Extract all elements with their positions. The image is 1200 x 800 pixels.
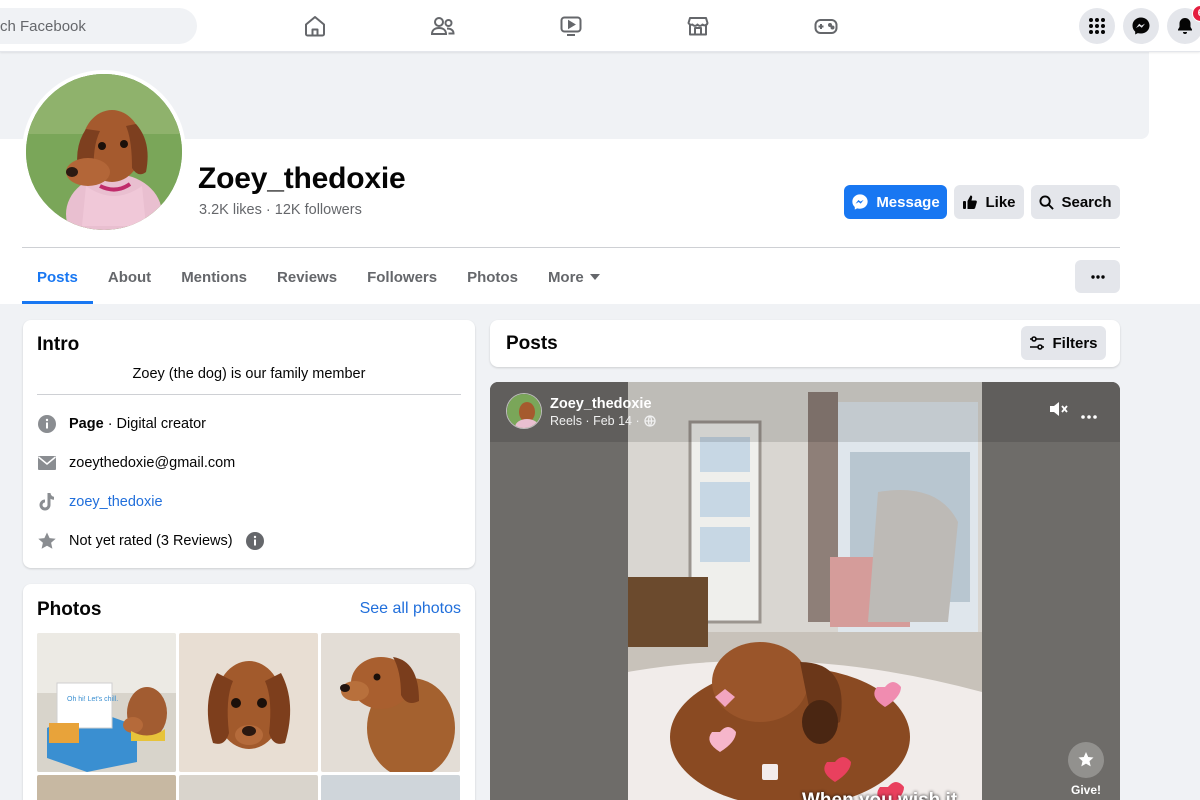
search-page-button[interactable]: Search xyxy=(1031,185,1120,219)
more-dots-icon xyxy=(1090,274,1105,279)
filters-button[interactable]: Filters xyxy=(1021,326,1106,360)
marketplace-icon[interactable] xyxy=(681,10,715,42)
profile-picture[interactable] xyxy=(22,70,186,234)
gaming-icon[interactable] xyxy=(809,10,843,42)
tab-mentions[interactable]: Mentions xyxy=(166,250,262,304)
tab-label: Posts xyxy=(37,268,78,286)
reel-more-button[interactable] xyxy=(1081,406,1097,424)
photo-thumbnail[interactable]: Oh hi! Let's chill. xyxy=(37,633,176,772)
bell-icon xyxy=(1178,18,1192,34)
page-title: Zoey_thedoxie xyxy=(198,162,406,195)
grid-icon xyxy=(1089,18,1105,34)
photo-thumbnail[interactable] xyxy=(179,775,318,800)
filter-sliders-icon xyxy=(1030,336,1045,350)
profile-avatar-dachshund xyxy=(26,74,182,230)
posts-header-card: Posts Filters xyxy=(490,320,1120,367)
intro-email: zoeythedoxie@gmail.com xyxy=(37,453,235,473)
reel-meta: Reels · Feb 14 · xyxy=(550,414,656,428)
home-icon[interactable] xyxy=(298,10,332,42)
notifications-button[interactable]: 6 xyxy=(1167,5,1200,44)
reel-post[interactable]: Zoey_thedoxie Reels · Feb 14 · Give! Whe… xyxy=(490,382,1120,800)
intro-tiktok: zoey_thedoxie xyxy=(37,492,163,512)
thumbs-up-icon xyxy=(963,195,978,209)
intro-title: Intro xyxy=(37,334,80,355)
more-options-button[interactable] xyxy=(1075,260,1120,293)
envelope-icon xyxy=(37,453,57,473)
page-label: Page xyxy=(69,416,104,432)
box-text: Oh hi! Let's chill. xyxy=(67,696,118,703)
tab-more[interactable]: More xyxy=(533,250,615,304)
tab-followers[interactable]: Followers xyxy=(352,250,452,304)
likes-count[interactable]: 3.2K likes xyxy=(199,202,262,218)
photo-thumbnail[interactable] xyxy=(321,633,460,772)
photo-thumbnail[interactable] xyxy=(179,633,318,772)
tab-label: Reviews xyxy=(277,268,338,286)
photo-thumbnail[interactable] xyxy=(321,775,460,800)
reel-video-frame xyxy=(490,382,1120,800)
profile-tabs: Posts About Mentions Reviews Followers P… xyxy=(22,250,615,304)
intro-rating: Not yet rated (3 Reviews) xyxy=(37,531,265,551)
info-icon xyxy=(37,414,57,434)
reel-date[interactable]: Reels · Feb 14 · xyxy=(550,414,640,428)
tab-about[interactable]: About xyxy=(93,250,166,304)
intro-divider xyxy=(37,394,461,395)
messenger-icon xyxy=(852,194,868,210)
photo-thumbnail[interactable] xyxy=(37,775,176,800)
tab-label: About xyxy=(107,268,152,286)
tab-label: Followers xyxy=(367,268,438,286)
header-divider xyxy=(22,247,1120,248)
intro-card: Intro Zoey (the dog) is our family membe… xyxy=(23,320,475,568)
star-icon xyxy=(37,531,57,551)
tab-photos[interactable]: Photos xyxy=(452,250,533,304)
photos-card: Photos See all photos Oh hi! Let's chill… xyxy=(23,584,475,800)
message-button-label: Message xyxy=(876,193,940,211)
give-stars-button[interactable] xyxy=(1068,742,1104,778)
reel-author-name[interactable]: Zoey_thedoxie xyxy=(550,396,652,412)
menu-grid-button[interactable] xyxy=(1079,8,1115,44)
reel-caption: When you wish it xyxy=(802,790,957,800)
email-address[interactable]: zoeythedoxie@gmail.com xyxy=(69,455,235,471)
rating-info-icon[interactable] xyxy=(245,531,265,551)
intro-page-type: Page · Digital creator xyxy=(37,414,206,434)
page-stats: 3.2K likes · 12K followers xyxy=(199,202,362,218)
followers-count[interactable]: 12K followers xyxy=(275,202,362,218)
message-button[interactable]: Message xyxy=(844,185,947,219)
messenger-icon xyxy=(1132,17,1150,35)
top-navigation-bar: 6 xyxy=(0,0,1200,52)
page-category: · Digital creator xyxy=(103,416,207,432)
tab-label: More xyxy=(547,268,584,286)
messenger-button[interactable] xyxy=(1123,8,1159,44)
rating-text: Not yet rated (3 Reviews) xyxy=(69,533,233,549)
search-icon xyxy=(1039,194,1055,210)
tiktok-icon xyxy=(37,492,57,512)
friends-icon[interactable] xyxy=(426,10,460,42)
photos-title: Photos xyxy=(37,599,102,620)
search-input[interactable] xyxy=(0,17,180,35)
intro-bio: Zoey (the dog) is our family member xyxy=(132,366,366,382)
tab-label: Photos xyxy=(467,268,518,286)
like-button-label: Like xyxy=(985,193,1016,211)
reel-author-avatar[interactable] xyxy=(506,393,542,429)
tiktok-link[interactable]: zoey_thedoxie xyxy=(69,494,163,510)
more-dots-icon xyxy=(1081,415,1097,419)
filters-button-label: Filters xyxy=(1052,334,1098,352)
like-button[interactable]: Like xyxy=(954,185,1024,219)
globe-icon xyxy=(643,415,656,427)
tab-posts[interactable]: Posts xyxy=(22,250,93,304)
tab-label: Mentions xyxy=(181,268,248,286)
caret-down-icon xyxy=(589,274,600,280)
give-label: Give! xyxy=(1071,783,1102,797)
star-gift-icon xyxy=(1078,752,1094,767)
mute-toggle[interactable] xyxy=(1048,400,1070,423)
tab-reviews[interactable]: Reviews xyxy=(262,250,352,304)
search-button-label: Search xyxy=(1061,193,1112,211)
posts-title: Posts xyxy=(506,333,558,354)
watch-video-icon[interactable] xyxy=(554,10,588,42)
stats-separator: · xyxy=(265,202,271,218)
search-facebook-box[interactable] xyxy=(0,8,197,44)
speaker-muted-icon xyxy=(1050,402,1068,416)
see-all-photos-link[interactable]: See all photos xyxy=(360,600,461,618)
